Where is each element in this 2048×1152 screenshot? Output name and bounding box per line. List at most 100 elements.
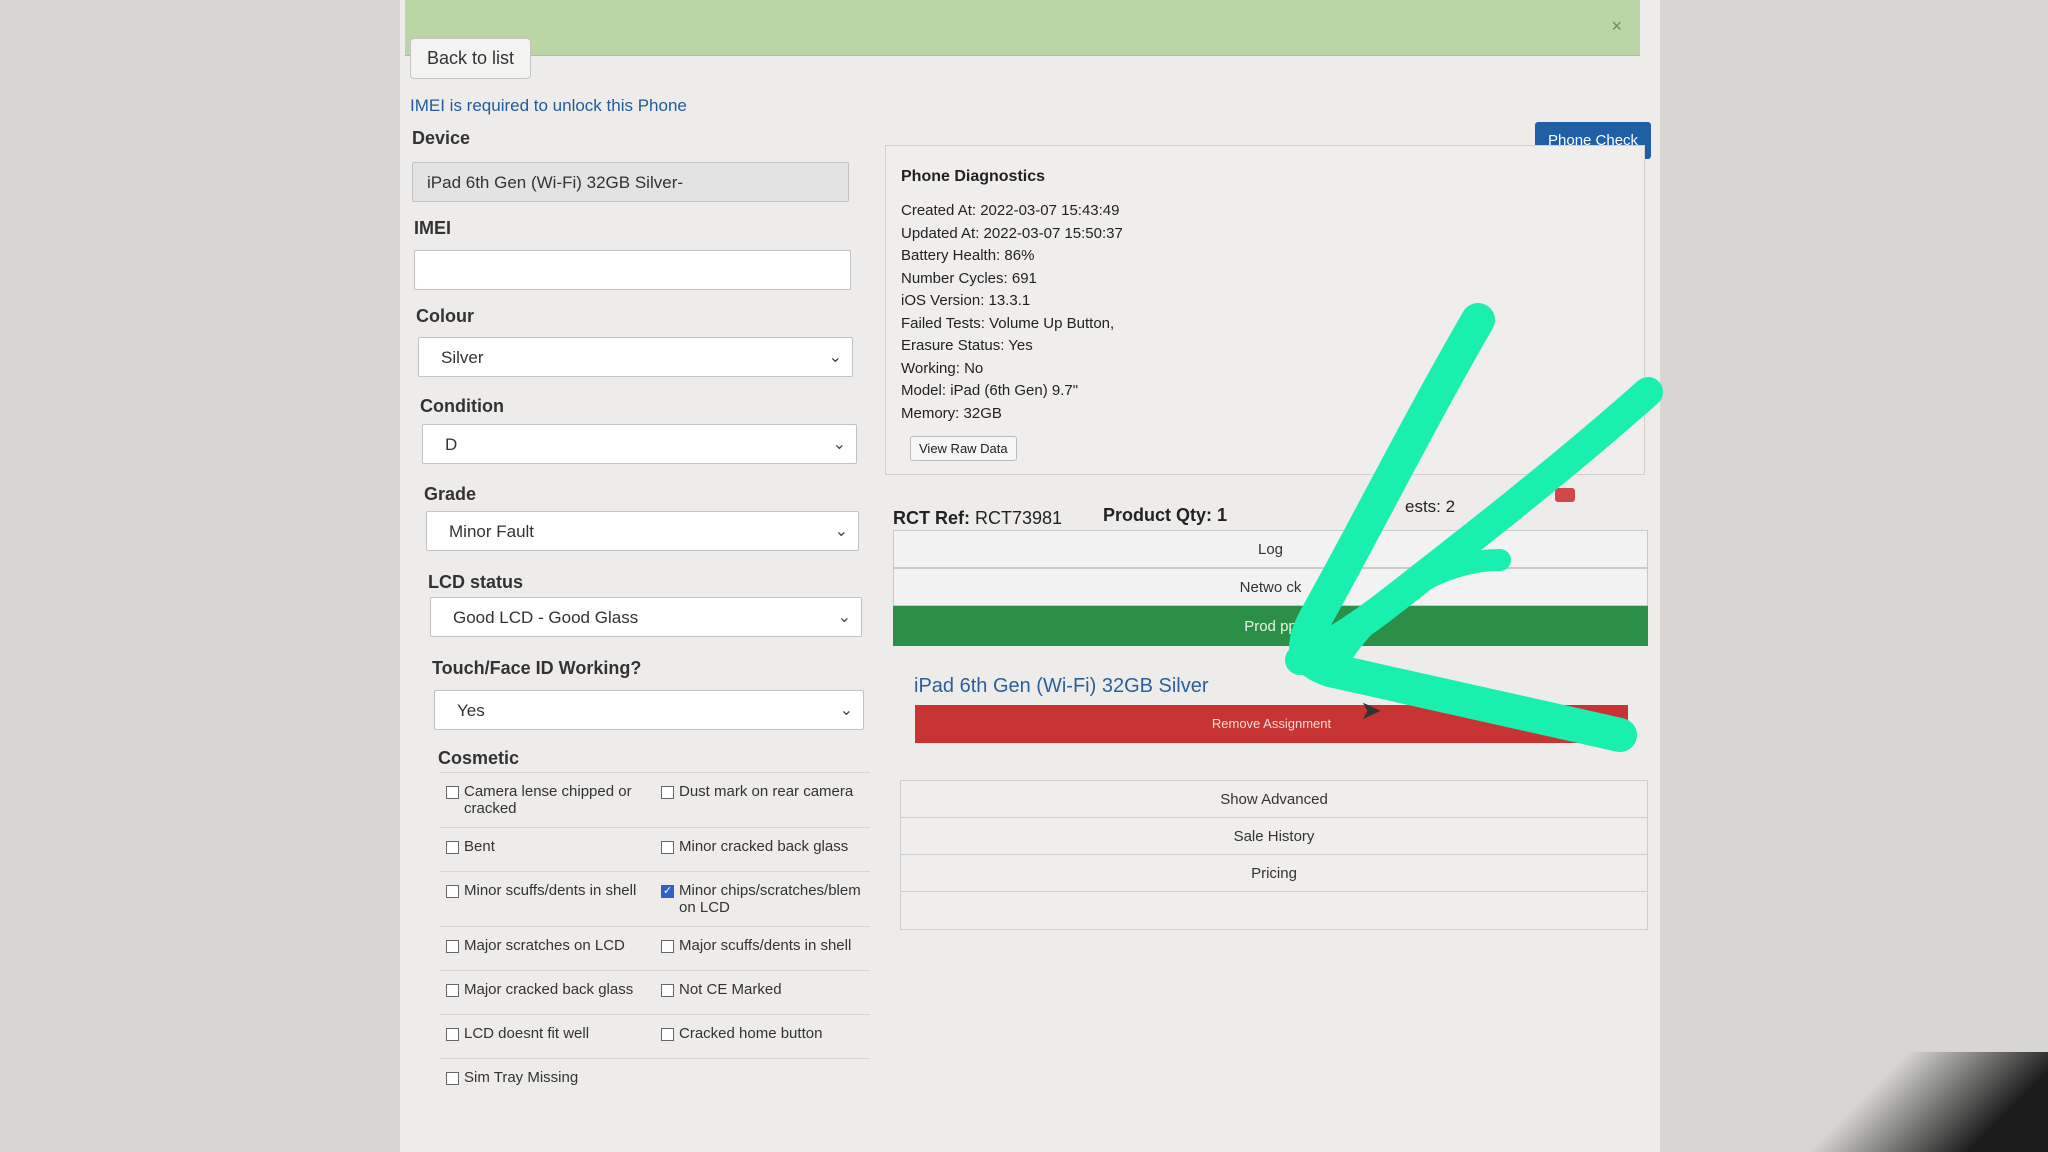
close-icon[interactable]: × xyxy=(1611,16,1622,37)
touch-face-id-value: Yes xyxy=(457,701,485,720)
cosmetic-cell: Dust mark on rear camera xyxy=(655,773,870,827)
cosmetic-checkbox[interactable] xyxy=(661,940,674,953)
phone-diagnostics-panel: Phone Diagnostics Created At: 2022-03-07… xyxy=(885,145,1645,475)
mouse-cursor-icon: ➤ xyxy=(1360,695,1382,725)
cosmetic-checkbox[interactable] xyxy=(446,940,459,953)
cosmetic-checkbox-label: Not CE Marked xyxy=(679,981,782,998)
touch-face-id-select[interactable]: Yes ⌄ xyxy=(434,690,864,730)
chevron-down-icon: ⌄ xyxy=(834,523,848,540)
cosmetic-cell: LCD doesnt fit well xyxy=(440,1015,655,1058)
diagnostics-line: Erasure Status: Yes xyxy=(901,337,1033,354)
rct-ref-label: RCT Ref: xyxy=(893,508,970,528)
cosmetic-row: Camera lense chipped or cracked Dust mark… xyxy=(440,772,870,827)
chevron-down-icon: ⌄ xyxy=(832,436,846,453)
sale-history-button[interactable]: Sale History xyxy=(901,818,1647,855)
cosmetic-checkbox[interactable] xyxy=(661,786,674,799)
diagnostics-line: Model: iPad (6th Gen) 9.7" xyxy=(901,382,1079,399)
cosmetic-cell: Bent xyxy=(440,828,655,871)
cosmetic-cell: Minor chips/scratches/blem on LCD xyxy=(655,872,870,926)
cosmetic-checkbox[interactable] xyxy=(661,841,674,854)
cosmetic-cell: Minor cracked back glass xyxy=(655,828,870,871)
cosmetic-cell: Major scratches on LCD xyxy=(440,927,655,970)
device-field[interactable]: iPad 6th Gen (Wi-Fi) 32GB Silver- xyxy=(412,162,849,202)
condition-select[interactable]: D ⌄ xyxy=(422,424,857,464)
alert-badge xyxy=(1555,488,1575,502)
cosmetic-checkbox[interactable] xyxy=(446,841,459,854)
cosmetic-checkbox[interactable] xyxy=(661,984,674,997)
diagnostics-line: Working: No xyxy=(901,359,984,377)
cosmetic-checkbox-label: Major scratches on LCD xyxy=(464,937,625,954)
show-advanced-button[interactable]: Show Advanced xyxy=(901,781,1647,818)
cosmetic-cell: Sim Tray Missing xyxy=(440,1059,655,1102)
monitor-bezel xyxy=(1748,1052,2048,1152)
cosmetic-checkbox[interactable] xyxy=(446,984,459,997)
cosmetic-checkbox-label: Major scuffs/dents in shell xyxy=(679,937,852,954)
remove-assignment-button[interactable]: Remove Assignment xyxy=(915,705,1628,743)
cosmetic-checkbox-grid: Camera lense chipped or cracked Dust mark… xyxy=(440,772,870,1102)
diagnostics-line: Created At: 2022-03-07 15:43:49 xyxy=(901,202,1120,219)
cosmetic-checkbox-label: Minor cracked back glass xyxy=(679,838,849,855)
cosmetic-checkbox[interactable] xyxy=(446,885,459,898)
rct-ref: RCT Ref: RCT73981 xyxy=(893,508,1062,529)
cosmetic-cell xyxy=(655,1059,870,1102)
diagnostics-line: Updated At: 2022-03-07 15:50:37 xyxy=(901,224,1123,242)
cosmetic-checkbox-label: Camera lense chipped or cracked xyxy=(464,783,632,817)
cosmetic-cell: Not CE Marked xyxy=(655,971,870,1014)
cosmetic-row: Major scratches on LCD Major scuffs/dents… xyxy=(440,926,870,970)
device-link[interactable]: iPad 6th Gen (Wi-Fi) 32GB Silver xyxy=(914,675,1209,698)
chevron-down-icon: ⌄ xyxy=(837,609,851,626)
cosmetic-row: Sim Tray Missing xyxy=(440,1058,870,1102)
cosmetic-checkbox[interactable] xyxy=(661,1028,674,1041)
grade-value: Minor Fault xyxy=(449,522,535,541)
cosmetic-checkbox-label: Dust mark on rear camera xyxy=(679,783,854,800)
log-accordion[interactable]: Log xyxy=(893,530,1648,568)
device-label: Device xyxy=(412,128,471,148)
cosmetic-checkbox-label: Major cracked back glass xyxy=(464,981,634,998)
colour-select[interactable]: Silver ⌄ xyxy=(418,337,853,377)
imei-field[interactable] xyxy=(414,250,851,290)
cosmetic-row: Major cracked back glass Not CE Marked xyxy=(440,970,870,1014)
chevron-down-icon: ⌄ xyxy=(828,349,842,366)
cosmetic-cell: Camera lense chipped or cracked xyxy=(440,773,655,827)
lcd-status-value: Good LCD - Good Glass xyxy=(453,608,639,627)
back-to-list-button[interactable]: Back to list xyxy=(410,38,532,79)
tests-count: ests: 2 xyxy=(1405,497,1456,516)
cosmetic-checkbox-label: LCD doesnt fit well xyxy=(464,1025,590,1042)
lcd-status-select[interactable]: Good LCD - Good Glass ⌄ xyxy=(430,597,862,637)
imei-required-note: IMEI is required to unlock this Phone xyxy=(410,96,687,115)
chevron-down-icon: ⌄ xyxy=(839,702,853,719)
cosmetic-title: Cosmetic xyxy=(438,748,520,768)
condition-value: D xyxy=(445,435,458,454)
lcd-status-label: LCD status xyxy=(428,572,524,592)
condition-label: Condition xyxy=(420,396,504,416)
cosmetic-checkbox-label: Sim Tray Missing xyxy=(464,1069,579,1086)
imei-label: IMEI xyxy=(414,218,452,238)
cosmetic-cell: Minor scuffs/dents in shell xyxy=(440,872,655,926)
diagnostics-line: Number Cycles: 691 xyxy=(901,269,1037,287)
diagnostics-line: Failed Tests: Volume Up Button, xyxy=(901,314,1115,332)
advanced-panel: Show Advanced Sale History Pricing xyxy=(900,780,1648,930)
view-raw-data-button[interactable]: View Raw Data xyxy=(910,436,1017,461)
cosmetic-row: Minor scuffs/dents in shell Minor chips/s… xyxy=(440,871,870,926)
product-qty: Product Qty: 1 xyxy=(1103,505,1228,525)
colour-value: Silver xyxy=(441,348,484,367)
diagnostics-line: Memory: 32GB xyxy=(901,404,1002,422)
cosmetic-checkbox-label: Minor scuffs/dents in shell xyxy=(464,882,637,899)
product-app-accordion[interactable]: Prod pp xyxy=(893,606,1648,646)
success-alert: × xyxy=(405,0,1640,56)
colour-label: Colour xyxy=(416,306,474,326)
cosmetic-row: Bent Minor cracked back glass xyxy=(440,827,870,871)
grade-select[interactable]: Minor Fault ⌄ xyxy=(426,511,859,551)
pricing-button[interactable]: Pricing xyxy=(901,855,1647,892)
cosmetic-checkbox[interactable] xyxy=(446,1028,459,1041)
cosmetic-checkbox[interactable] xyxy=(446,1072,459,1085)
cosmetic-checkbox[interactable] xyxy=(661,884,674,898)
cosmetic-cell: Cracked home button xyxy=(655,1015,870,1058)
cosmetic-cell: Major scuffs/dents in shell xyxy=(655,927,870,970)
network-check-accordion[interactable]: Netwo ck xyxy=(893,568,1648,606)
diagnostics-lines: Created At: 2022-03-07 15:43:49 Updated A… xyxy=(901,200,1123,425)
cosmetic-row: LCD doesnt fit well Cracked home button xyxy=(440,1014,870,1058)
cosmetic-checkbox-label: Cracked home button xyxy=(679,1025,823,1042)
cosmetic-checkbox[interactable] xyxy=(446,786,459,799)
rct-ref-value: RCT73981 xyxy=(975,508,1063,528)
